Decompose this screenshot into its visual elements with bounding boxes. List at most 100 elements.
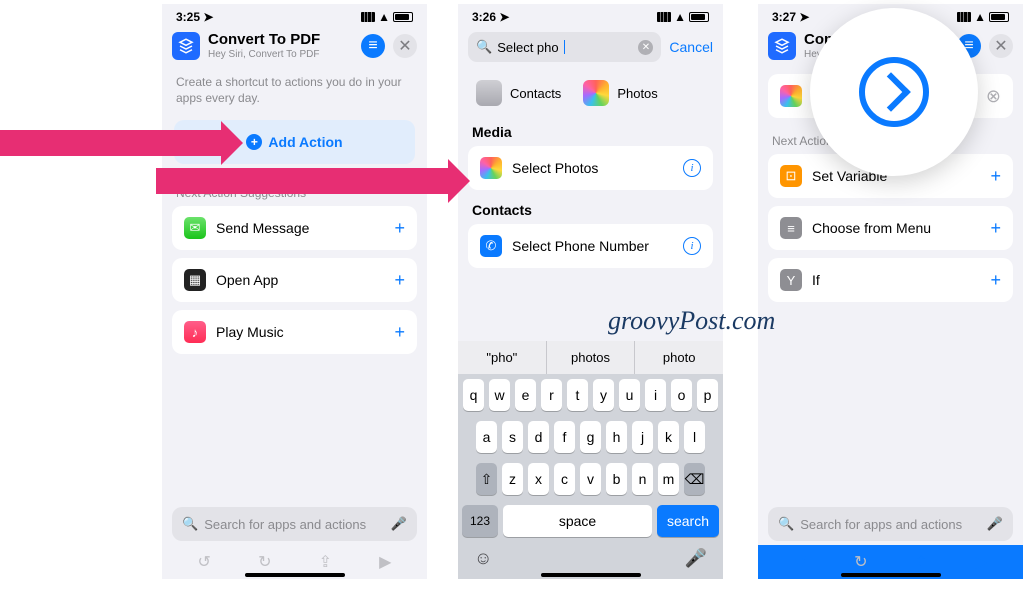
suggestion-row[interactable]: ✉Send Message+ (172, 206, 417, 250)
key-r[interactable]: r (541, 379, 562, 411)
settings-button[interactable]: ≡ (361, 34, 385, 58)
key-l[interactable]: l (684, 421, 705, 453)
key-w[interactable]: w (489, 379, 510, 411)
search-bar[interactable]: 🔍 Search for apps and actions 🎤 (172, 507, 417, 541)
suggestion-row[interactable]: ▦Open App+ (172, 258, 417, 302)
plus-icon: + (246, 134, 262, 150)
share-icon[interactable]: ⇪ (319, 552, 332, 572)
key-123[interactable]: 123 (462, 505, 498, 537)
undo-icon[interactable]: ↺ (794, 552, 807, 572)
key-⇧[interactable]: ⇧ (476, 463, 497, 495)
share-icon[interactable]: ⇪ (915, 552, 928, 572)
suggestion[interactable]: "pho" (458, 341, 546, 374)
menu-icon: ≡ (780, 217, 802, 239)
play-icon[interactable]: ▶ (379, 552, 391, 572)
emoji-icon[interactable]: ☺ (474, 548, 492, 569)
add-icon[interactable]: + (990, 270, 1001, 291)
key-b[interactable]: b (606, 463, 627, 495)
search-value: Select pho (497, 40, 558, 55)
add-icon[interactable]: + (990, 166, 1001, 187)
action-select-photos[interactable]: Select Photosi (468, 146, 713, 190)
undo-icon[interactable]: ↺ (198, 552, 211, 572)
key-z[interactable]: z (502, 463, 523, 495)
photos-icon (780, 85, 802, 107)
signal-icon (657, 12, 671, 22)
category-photos[interactable]: Photos (583, 80, 657, 106)
key-k[interactable]: k (658, 421, 679, 453)
shortcut-title: Convert To PDF (208, 32, 353, 49)
chevron-right-icon (859, 57, 929, 127)
key-e[interactable]: e (515, 379, 536, 411)
add-icon[interactable]: + (394, 218, 405, 239)
key-i[interactable]: i (645, 379, 666, 411)
key-c[interactable]: c (554, 463, 575, 495)
key-p[interactable]: p (697, 379, 718, 411)
signal-icon (361, 12, 375, 22)
photos-icon (583, 80, 609, 106)
phone-screen-2: 3:26 ➤ ▲ 🔍 Select pho ✕ Cancel Contacts … (458, 4, 723, 579)
key-j[interactable]: j (632, 421, 653, 453)
key-search[interactable]: search (657, 505, 719, 537)
search-icon: 🔍 (182, 516, 198, 532)
key-t[interactable]: t (567, 379, 588, 411)
add-icon[interactable]: + (394, 322, 405, 343)
mic-icon[interactable]: 🎤 (391, 516, 407, 532)
key-d[interactable]: d (528, 421, 549, 453)
play-icon[interactable]: ▶ (975, 552, 987, 572)
suggestion-row[interactable]: YIf+ (768, 258, 1013, 302)
key-f[interactable]: f (554, 421, 575, 453)
suggestion[interactable]: photos (546, 341, 635, 374)
home-indicator (541, 573, 641, 577)
key-g[interactable]: g (580, 421, 601, 453)
search-field[interactable]: 🔍 Select pho ✕ (468, 32, 661, 62)
suggestion-row[interactable]: ♪Play Music+ (172, 310, 417, 354)
redo-icon[interactable]: ↻ (854, 552, 867, 572)
message-icon: ✉ (184, 217, 206, 239)
key-x[interactable]: x (528, 463, 549, 495)
mic-icon[interactable]: 🎤 (685, 548, 707, 569)
info-icon[interactable]: i (683, 159, 701, 177)
action-select-phone[interactable]: ✆Select Phone Numberi (468, 224, 713, 268)
key-a[interactable]: a (476, 421, 497, 453)
battery-icon (989, 12, 1009, 22)
key-m[interactable]: m (658, 463, 679, 495)
phone-icon: ✆ (480, 235, 502, 257)
redo-icon[interactable]: ↻ (258, 552, 271, 572)
mic-icon[interactable]: 🎤 (987, 516, 1003, 532)
close-button[interactable]: ✕ (393, 34, 417, 58)
status-time: 3:27 ➤ (772, 10, 809, 24)
photos-icon (480, 157, 502, 179)
key-⌫[interactable]: ⌫ (684, 463, 705, 495)
suggestion-row[interactable]: ≡Choose from Menu+ (768, 206, 1013, 250)
battery-icon (393, 12, 413, 22)
search-bar[interactable]: 🔍 Search for apps and actions 🎤 (768, 507, 1013, 541)
contacts-icon (476, 80, 502, 106)
clear-icon[interactable]: ⊗ (986, 86, 1001, 107)
key-q[interactable]: q (463, 379, 484, 411)
cancel-button[interactable]: Cancel (669, 39, 713, 55)
home-indicator (841, 573, 941, 577)
keyboard: "pho" photos photo qwertyuiop asdfghjkl … (458, 341, 723, 579)
close-button[interactable]: ✕ (989, 34, 1013, 58)
search-placeholder: Search for apps and actions (204, 517, 366, 532)
key-v[interactable]: v (580, 463, 601, 495)
key-u[interactable]: u (619, 379, 640, 411)
add-icon[interactable]: + (394, 270, 405, 291)
search-icon: 🔍 (778, 516, 794, 532)
music-icon: ♪ (184, 321, 206, 343)
category-contacts[interactable]: Contacts (476, 80, 561, 106)
info-icon[interactable]: i (683, 237, 701, 255)
magnifier-callout (810, 8, 978, 176)
add-icon[interactable]: + (990, 218, 1001, 239)
phone-screen-1: 3:25 ➤ ▲ Convert To PDF Hey Siri, Conver… (162, 4, 427, 579)
key-y[interactable]: y (593, 379, 614, 411)
key-h[interactable]: h (606, 421, 627, 453)
status-bar: 3:25 ➤ ▲ (162, 4, 427, 26)
key-o[interactable]: o (671, 379, 692, 411)
shortcut-subtitle: Hey Siri, Convert To PDF (208, 49, 353, 60)
clear-icon[interactable]: ✕ (638, 40, 653, 55)
key-n[interactable]: n (632, 463, 653, 495)
key-space[interactable]: space (503, 505, 652, 537)
suggestion[interactable]: photo (634, 341, 723, 374)
key-s[interactable]: s (502, 421, 523, 453)
